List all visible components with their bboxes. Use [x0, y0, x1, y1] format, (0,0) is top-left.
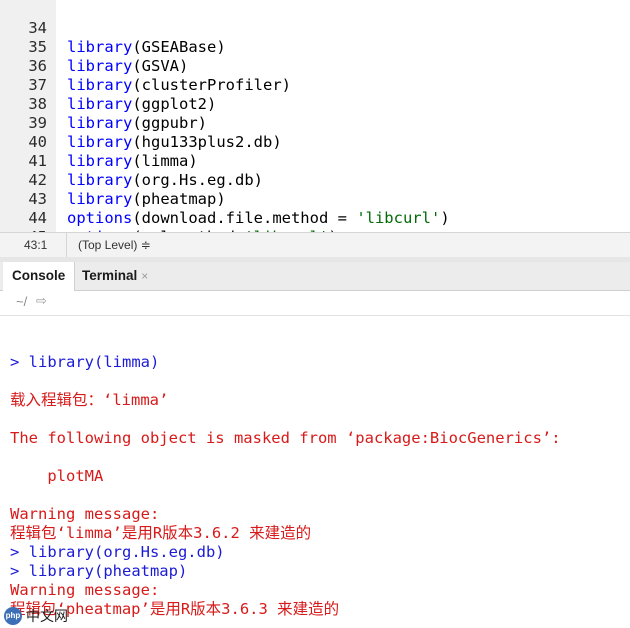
code-line[interactable]: 36 library(clusterProfiler) — [0, 38, 630, 94]
console-message: plotMA — [10, 467, 104, 485]
code-line[interactable]: 44 options(url.method='libcurl') — [0, 190, 630, 246]
close-icon[interactable]: × — [141, 269, 148, 283]
console-message: Warning message: — [10, 581, 160, 599]
code-line[interactable]: 35 library(GSVA) — [0, 19, 630, 75]
console-command: > library(pheatmap) — [10, 562, 188, 580]
console-output[interactable]: > library(limma) 载入程辑包：‘limma’ The follo… — [0, 316, 630, 628]
code-line[interactable]: 43 options(download.file.method = 'libcu… — [0, 171, 630, 227]
code-line[interactable]: 38 library(ggpubr) — [0, 76, 630, 132]
console-message: 程辑包‘limma’是用R版本3.6.2 来建造的 — [10, 524, 312, 542]
console-command: > library(limma) — [10, 353, 160, 371]
tab-terminal-label: Terminal — [82, 268, 138, 283]
go-to-directory-icon[interactable]: ⇨ — [36, 293, 47, 309]
status-divider — [66, 233, 67, 257]
cursor-position: 43:1 — [24, 238, 48, 252]
tab-terminal[interactable]: Terminal × — [73, 262, 157, 290]
php-logo-icon: php — [4, 607, 22, 625]
code-line[interactable]: 41 library(org.Hs.eg.db) — [0, 133, 630, 189]
source-editor[interactable]: 34 library(GSEABase) 35 library(GSVA) 36… — [0, 0, 630, 246]
tab-console[interactable]: Console — [3, 262, 76, 291]
code-line[interactable]: 40 library(limma) — [0, 114, 630, 170]
console-message: Warning message: — [10, 505, 160, 523]
code-line[interactable]: 42 library(pheatmap) — [0, 152, 630, 208]
console-toolbar: ~/ ⇨ — [0, 291, 630, 316]
code-line[interactable]: 45 — [0, 209, 630, 246]
console-command: > library(org.Hs.eg.db) — [10, 543, 225, 561]
scope-selector[interactable]: (Top Level) ≑ — [78, 238, 151, 252]
tab-console-label: Console — [12, 268, 66, 283]
console-tab-bar: Console Terminal × — [0, 262, 630, 291]
code-line[interactable]: 34 library(GSEABase) — [0, 0, 630, 56]
code-line[interactable]: 37 library(ggplot2) — [0, 57, 630, 113]
working-directory[interactable]: ~/ — [16, 294, 27, 309]
code-line[interactable]: 39 library(hgu133plus2.db) — [0, 95, 630, 151]
editor-status-bar: 43:1 (Top Level) ≑ — [0, 232, 630, 258]
console-message: 载入程辑包：‘limma’ — [10, 391, 169, 409]
console-message: The following object is masked from ‘pac… — [10, 429, 561, 447]
watermark-text: 中文网 — [26, 608, 68, 624]
